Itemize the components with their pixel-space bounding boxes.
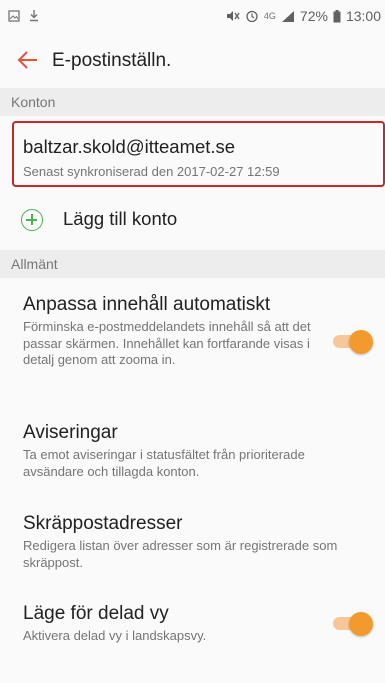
setting-split-view[interactable]: Läge för delad vy Aktivera delad vy i la… [0,603,385,663]
auto-fit-toggle[interactable] [333,328,373,354]
setting-title: Skräppostadresser [23,513,183,534]
account-item[interactable]: baltzar.skold@itteamet.se Senast synkron… [12,121,385,187]
network-type-label: 4G [263,11,276,21]
app-bar: E-postinställn. [0,32,385,88]
setting-description: Redigera listan över adresser som är reg… [23,538,338,570]
account-sync-status: Senast synkroniserad den 2017-02-27 12:5… [23,164,280,179]
signal-icon [281,10,294,22]
add-account-label: Lägg till konto [63,208,178,229]
section-header-label: Konton [11,94,56,110]
account-email: baltzar.skold@itteamet.se [23,136,236,157]
section-header-general: Allmänt [0,250,385,278]
setting-description: Förminska e-postmeddelandets innehåll så… [23,319,311,367]
back-arrow-icon[interactable] [14,46,42,74]
clock: 13:00 [345,8,381,24]
section-header-label: Allmänt [11,256,58,272]
status-bar: 4G 72% 13:00 [0,0,385,32]
download-notification-icon [30,10,38,22]
battery-percent: 72% [299,8,328,24]
setting-description: Aktivera delad vy i landskapsvy. [23,628,207,643]
battery-icon [333,9,341,22]
setting-spam-addresses[interactable]: Skräppostadresser Redigera listan över a… [0,513,385,583]
split-view-toggle[interactable] [333,610,373,636]
add-account-button[interactable]: Lägg till konto [0,198,385,242]
add-icon [21,209,43,231]
status-left-icons [8,9,40,22]
setting-title: Anpassa innehåll automatiskt [23,294,271,315]
setting-description: Ta emot aviseringar i statusfältet från … [23,447,305,479]
section-header-accounts: Konton [0,88,385,116]
toggle-thumb [349,612,373,636]
setting-auto-fit-content[interactable]: Anpassa innehåll automatiskt Förminska e… [0,294,385,394]
toggle-thumb [349,330,373,354]
mute-icon [226,11,240,21]
status-right-icons: 4G 72% 13:00 [225,8,381,24]
setting-title: Läge för delad vy [23,603,169,624]
setting-title: Aviseringar [23,422,118,443]
alarm-icon [246,10,258,23]
setting-notifications[interactable]: Aviseringar Ta emot aviseringar i status… [0,422,385,492]
image-notification-icon [8,9,20,22]
page-title: E-postinställn. [52,50,172,71]
